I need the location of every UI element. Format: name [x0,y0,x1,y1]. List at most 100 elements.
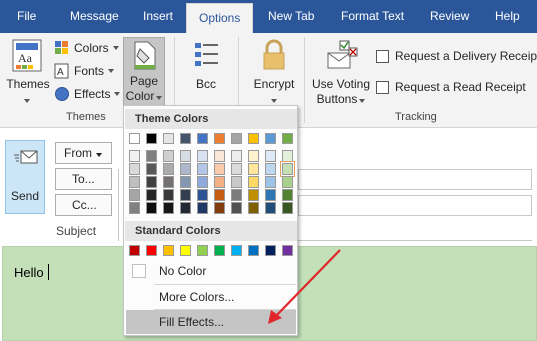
theme-color-swatch[interactable] [214,150,225,162]
theme-color-swatch[interactable] [180,133,191,144]
themes-button[interactable]: Aa Themes [4,37,52,109]
fill-effects-item[interactable]: Fill Effects... [126,310,296,334]
tab-message[interactable]: Message [70,0,119,33]
theme-color-swatch[interactable] [282,176,293,188]
theme-color-swatch[interactable] [146,189,157,201]
to-field[interactable] [298,169,532,190]
theme-color-swatch[interactable] [231,202,242,214]
encrypt-button[interactable]: Encrypt [249,37,299,109]
theme-color-swatch[interactable] [214,133,225,144]
theme-color-swatch[interactable] [180,202,191,214]
theme-color-swatch[interactable] [197,176,208,188]
theme-color-swatch[interactable] [248,163,259,175]
from-button[interactable]: From [55,142,112,164]
theme-color-swatch[interactable] [214,176,225,188]
more-colors-item[interactable]: More Colors... [126,285,296,309]
theme-color-swatch[interactable] [180,163,191,175]
theme-color-swatch[interactable] [197,150,208,162]
theme-color-swatch[interactable] [280,161,295,177]
theme-color-swatch[interactable] [231,133,242,144]
theme-color-swatch[interactable] [214,163,225,175]
standard-color-swatch[interactable] [146,245,157,256]
theme-color-swatch[interactable] [248,202,259,214]
tab-new-tab[interactable]: New Tab [268,0,314,33]
theme-color-swatch[interactable] [129,133,140,144]
theme-color-swatch[interactable] [163,163,174,175]
no-color-swatch-icon [132,264,146,278]
standard-color-swatch[interactable] [248,245,259,256]
theme-color-swatch[interactable] [180,150,191,162]
theme-color-swatch[interactable] [129,150,140,162]
send-button[interactable]: Send [5,140,45,214]
page-color-button[interactable]: Page Color [123,37,165,107]
standard-color-swatch[interactable] [180,245,191,256]
standard-color-swatch[interactable] [265,245,276,256]
tab-format-text[interactable]: Format Text [341,0,404,33]
theme-color-swatch[interactable] [248,176,259,188]
theme-color-swatch[interactable] [248,189,259,201]
subject-field[interactable] [298,220,532,241]
theme-color-swatch[interactable] [214,202,225,214]
theme-color-swatch[interactable] [282,150,293,162]
theme-color-swatch[interactable] [282,189,293,201]
tab-help[interactable]: Help [495,0,520,33]
read-receipt-checkbox[interactable]: Request a Read Receipt [376,77,526,97]
tab-insert[interactable]: Insert [143,0,173,33]
theme-color-swatch[interactable] [282,202,293,214]
use-voting-buttons-button[interactable]: Use Voting Buttons [309,37,373,109]
theme-color-swatch[interactable] [248,133,259,144]
cc-button[interactable]: Cc... [55,194,112,216]
theme-color-swatch[interactable] [214,189,225,201]
theme-color-swatch[interactable] [282,133,293,144]
theme-color-swatch[interactable] [265,150,276,162]
effects-button[interactable]: Effects [54,84,121,104]
theme-color-swatch[interactable] [248,150,259,162]
theme-color-swatch[interactable] [265,163,276,175]
tab-file[interactable]: File [17,0,36,33]
theme-color-swatch[interactable] [197,202,208,214]
theme-color-swatch[interactable] [129,163,140,175]
theme-color-swatch[interactable] [163,189,174,201]
standard-color-swatch[interactable] [129,245,140,256]
standard-color-swatch[interactable] [231,245,242,256]
theme-color-swatch[interactable] [231,163,242,175]
to-button[interactable]: To... [55,168,112,190]
standard-color-swatch[interactable] [214,245,225,256]
standard-color-swatch[interactable] [197,245,208,256]
tab-review[interactable]: Review [430,0,469,33]
theme-color-swatch[interactable] [163,150,174,162]
theme-color-swatch[interactable] [163,176,174,188]
tab-options[interactable]: Options [186,3,254,34]
theme-color-swatch[interactable] [197,133,208,144]
theme-color-swatch[interactable] [163,133,174,144]
theme-color-swatch[interactable] [265,176,276,188]
theme-color-swatch[interactable] [197,163,208,175]
theme-color-swatch[interactable] [129,202,140,214]
theme-color-swatch[interactable] [231,176,242,188]
theme-color-swatch[interactable] [146,176,157,188]
theme-color-swatch[interactable] [265,202,276,214]
theme-color-swatch[interactable] [180,189,191,201]
theme-color-swatch[interactable] [146,202,157,214]
theme-color-swatch[interactable] [163,202,174,214]
theme-color-swatch[interactable] [146,150,157,162]
no-color-item[interactable]: No Color [126,259,296,283]
theme-color-swatch[interactable] [146,163,157,175]
theme-color-swatch[interactable] [231,189,242,201]
delivery-receipt-label: Request a Delivery Receipt [395,49,537,63]
theme-color-swatch[interactable] [146,133,157,144]
theme-color-swatch[interactable] [265,133,276,144]
standard-color-swatch[interactable] [163,245,174,256]
theme-color-swatch[interactable] [129,189,140,201]
cc-field[interactable] [298,195,532,216]
fonts-button[interactable]: A Fonts [54,61,115,81]
theme-color-swatch[interactable] [231,150,242,162]
theme-color-swatch[interactable] [265,189,276,201]
bcc-button[interactable]: Bcc [186,37,226,97]
theme-color-swatch[interactable] [180,176,191,188]
standard-color-swatch[interactable] [282,245,293,256]
delivery-receipt-checkbox[interactable]: Request a Delivery Receipt [376,46,537,66]
colors-button[interactable]: Colors [54,38,119,58]
theme-color-swatch[interactable] [197,189,208,201]
theme-color-swatch[interactable] [129,176,140,188]
